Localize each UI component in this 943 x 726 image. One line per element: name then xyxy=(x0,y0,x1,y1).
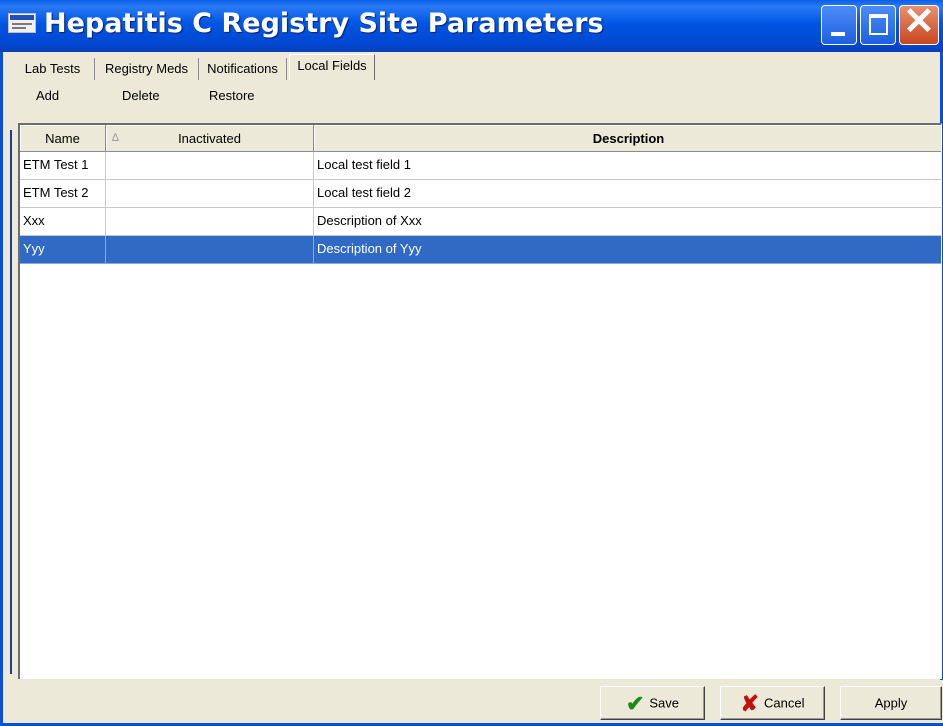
table-row[interactable]: ETM Test 2 Local test field 2 xyxy=(20,180,941,208)
tab-registry-meds[interactable]: Registry Meds xyxy=(95,58,199,80)
delete-button[interactable]: Delete xyxy=(122,88,160,103)
table-row[interactable]: Xxx Description of Xxx xyxy=(20,208,941,236)
close-button[interactable]: ✕ xyxy=(899,1,939,45)
cell-name[interactable]: Xxx xyxy=(20,208,106,236)
cell-inactivated[interactable] xyxy=(106,208,314,236)
maximize-button[interactable] xyxy=(860,5,896,45)
cell-description[interactable]: Local test field 1 xyxy=(314,152,941,180)
cell-inactivated[interactable] xyxy=(106,180,314,208)
cell-description[interactable]: Description of Yyy xyxy=(314,236,941,264)
x-mark-icon: ✘ xyxy=(740,690,759,716)
column-header-name[interactable]: Name xyxy=(20,125,106,152)
tab-notifications[interactable]: Notifications xyxy=(199,58,287,80)
cell-description[interactable]: Description of Xxx xyxy=(314,208,941,236)
app-window: Hepatitis C Registry Site Parameters ✕ L… xyxy=(0,0,943,726)
table-row[interactable]: ETM Test 1 Local test field 1 xyxy=(20,152,941,180)
tab-local-fields[interactable]: Local Fields xyxy=(289,54,375,80)
title-bar[interactable]: Hepatitis C Registry Site Parameters ✕ xyxy=(0,0,943,52)
save-button[interactable]: ✔ Save xyxy=(600,686,705,720)
cell-name[interactable]: ETM Test 2 xyxy=(20,180,106,208)
app-icon xyxy=(8,13,36,33)
minimize-button[interactable] xyxy=(821,5,857,45)
checkmark-icon: ✔ xyxy=(625,690,645,716)
apply-button-label: Apply xyxy=(874,695,908,711)
column-header-description[interactable]: Description xyxy=(314,125,941,152)
grid-header: Name ∆ Inactivated Description xyxy=(20,125,941,152)
cell-inactivated[interactable] xyxy=(106,152,314,180)
table-row-selected[interactable]: Yyy Description of Yyy xyxy=(20,236,941,264)
cancel-button-label: Cancel xyxy=(763,695,805,711)
cell-name[interactable]: Yyy xyxy=(20,236,106,264)
local-fields-grid[interactable]: Name ∆ Inactivated Description ETM Test … xyxy=(18,123,942,679)
cell-description[interactable]: Local test field 2 xyxy=(314,180,941,208)
grid-frame-accent xyxy=(10,130,12,674)
minimize-icon xyxy=(831,32,845,36)
column-header-inactivated-label: Inactivated xyxy=(178,131,241,146)
maximize-icon xyxy=(869,14,888,35)
column-header-inactivated[interactable]: ∆ Inactivated xyxy=(106,125,314,152)
restore-button[interactable]: Restore xyxy=(209,88,255,103)
cell-name[interactable]: ETM Test 1 xyxy=(20,152,106,180)
tab-lab-tests[interactable]: Lab Tests xyxy=(11,58,95,80)
add-button[interactable]: Add xyxy=(36,88,59,103)
cell-inactivated[interactable] xyxy=(106,236,314,264)
sort-ascending-icon: ∆ xyxy=(112,132,119,144)
window-title: Hepatitis C Registry Site Parameters xyxy=(44,8,604,39)
close-icon: ✕ xyxy=(903,1,935,43)
save-button-label: Save xyxy=(649,695,680,711)
cancel-button[interactable]: ✘ Cancel xyxy=(720,686,825,720)
apply-button[interactable]: Apply xyxy=(840,686,942,720)
